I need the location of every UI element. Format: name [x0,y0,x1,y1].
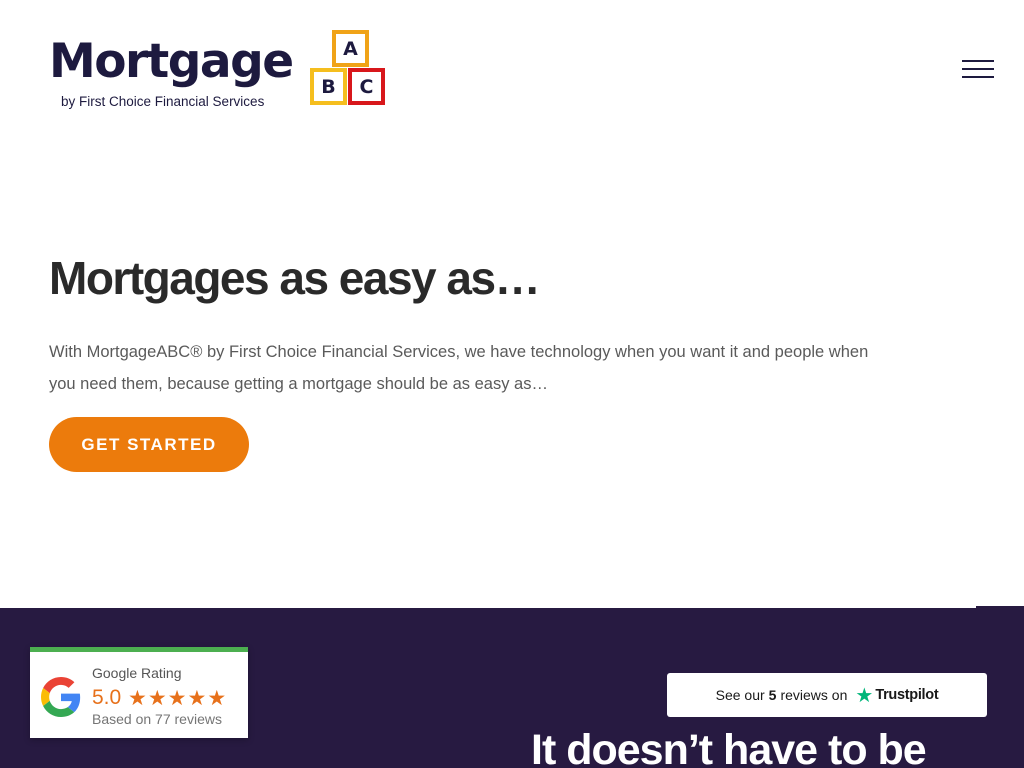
get-started-button[interactable]: GET STARTED [49,417,249,472]
menu-line [962,76,994,78]
star-icon: ★ [187,687,208,710]
trustpilot-star-icon: ★ [855,684,874,707]
menu-line [962,60,994,62]
menu-line [962,68,994,70]
site-header: Mortgage by First Choice Financial Servi… [0,0,1024,140]
trustpilot-brand: Trustpilot [875,687,939,703]
star-icon: ★ [207,687,228,710]
logo-block-c: C [348,68,385,105]
section-heading: It doesn’t have to be [531,726,927,768]
hamburger-menu-icon[interactable] [962,58,994,80]
google-rating-widget[interactable]: Google Rating 5.0 ★★★★★ Based on 77 revi… [30,647,248,738]
star-icon: ★ [128,687,148,710]
hero-description: With MortgageABC® by First Choice Financ… [49,343,869,393]
google-review-count: Based on 77 reviews [92,711,222,727]
star-icon: ★ [147,687,168,710]
trustpilot-review-count: 5 [768,687,777,703]
logo-tagline: by First Choice Financial Services [61,94,265,109]
star-icon: ★ [167,687,188,710]
trustpilot-widget[interactable]: See our 5 reviews on ★ Trustpilot [667,673,987,717]
trustpilot-prefix: See our [715,687,765,703]
google-rating-title: Google Rating [92,665,182,681]
google-g-icon [41,677,81,717]
logo-block-a: A [332,30,369,67]
site-logo[interactable]: Mortgage by First Choice Financial Servi… [49,28,389,110]
google-rating-score: 5.0 [92,686,122,709]
trustpilot-suffix: reviews on [780,687,848,703]
logo-block-b: B [310,68,347,105]
logo-wordmark: Mortgage [49,34,294,89]
rating-stars: ★★★★★ [128,686,227,711]
hero-title: Mortgages as easy as… [49,252,541,304]
